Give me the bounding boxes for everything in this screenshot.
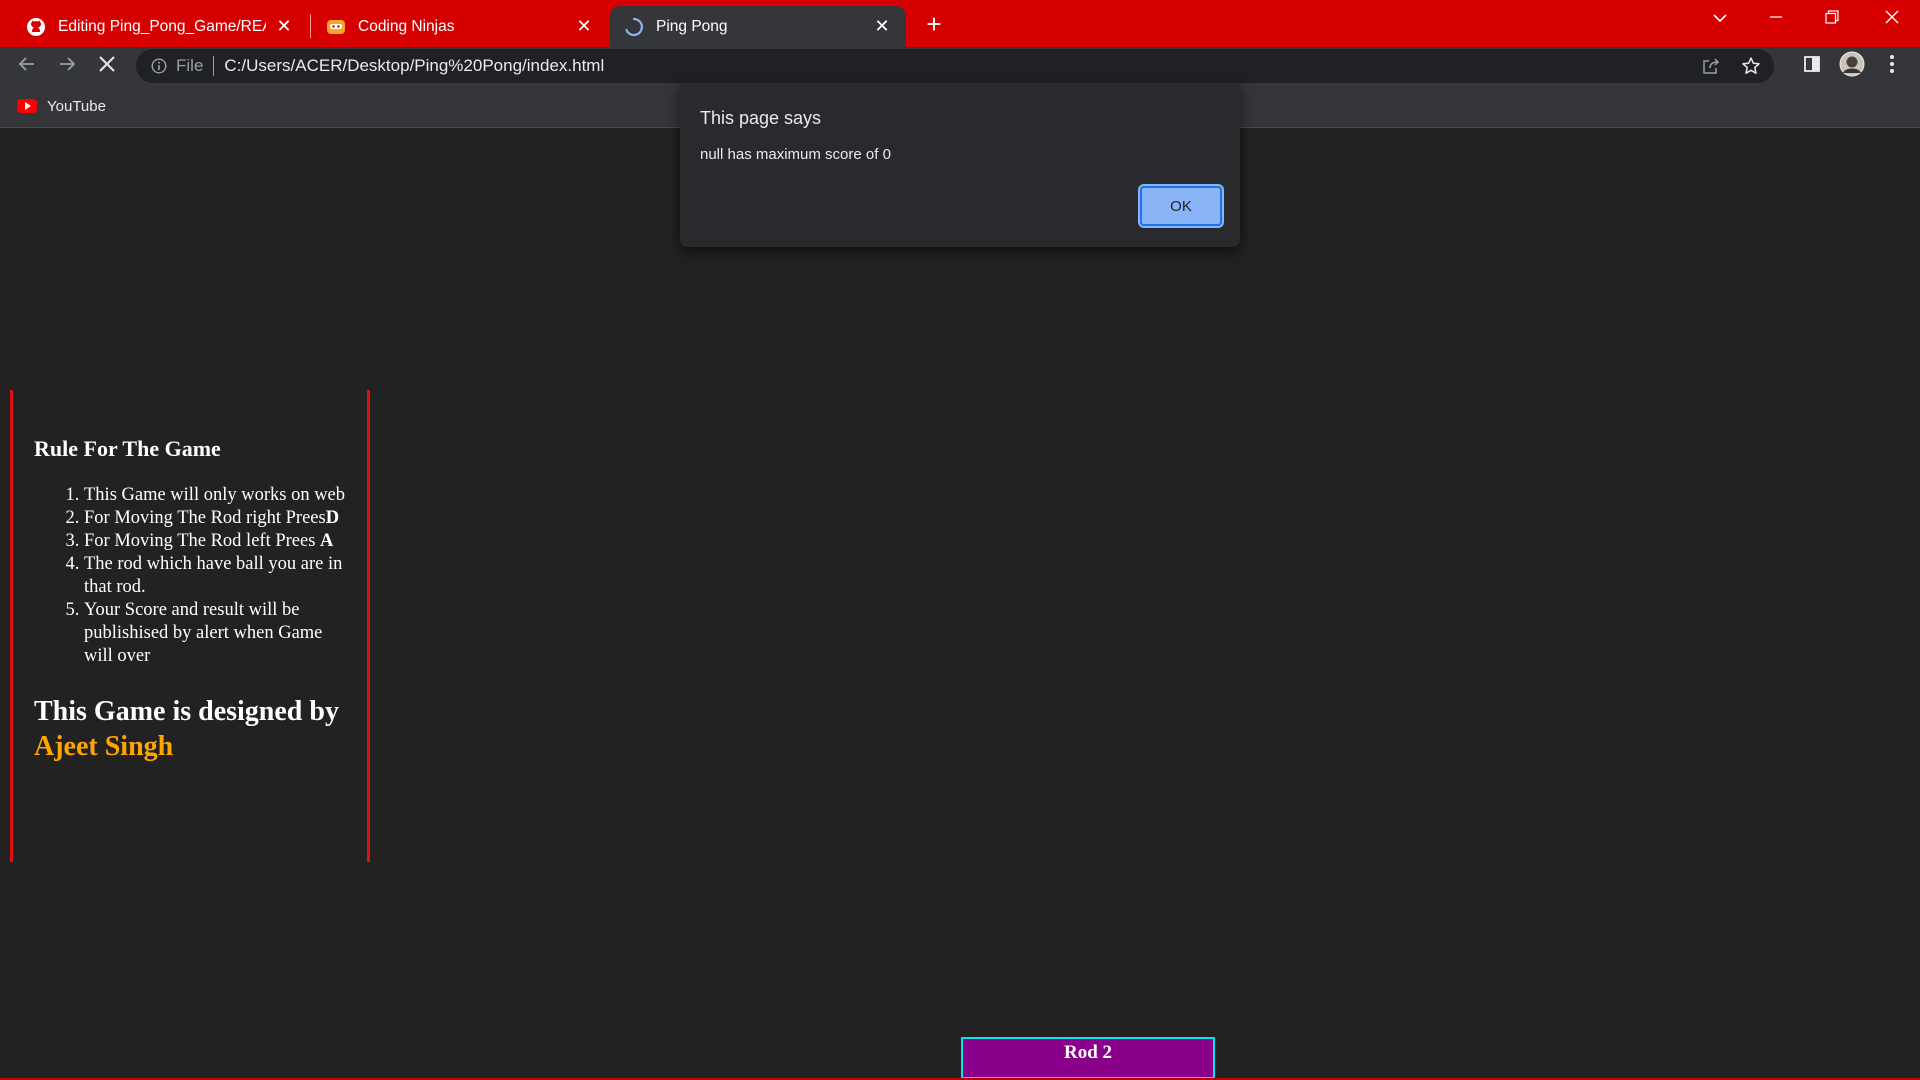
new-tab-button[interactable]: +: [918, 8, 950, 40]
minimize-button[interactable]: [1748, 0, 1804, 38]
rule-item: For Moving The Rod left Prees A: [84, 530, 347, 553]
address-bar[interactable]: File C:/Users/ACER/Desktop/Ping%20Pong/i…: [136, 49, 1774, 83]
tab-separator: [310, 14, 311, 38]
bookmark-label: YouTube: [47, 97, 106, 115]
star-icon[interactable]: [1734, 49, 1768, 83]
rule-key-left: A: [320, 531, 334, 551]
tab-github-readme[interactable]: Editing Ping_Pong_Game/README ✕: [12, 6, 308, 47]
side-panel-icon: [1803, 55, 1821, 78]
designer-name: Ajeet Singh: [34, 731, 174, 762]
browser-toolbar: File C:/Users/ACER/Desktop/Ping%20Pong/i…: [0, 47, 1920, 84]
arrow-right-icon: [58, 55, 76, 78]
menu-button[interactable]: [1876, 50, 1908, 82]
tab-title: Ping Pong: [656, 17, 728, 35]
rules-panel: Rule For The Game This Game will only wo…: [10, 390, 370, 862]
close-icon: [1885, 10, 1899, 29]
tab-search-button[interactable]: [1692, 0, 1748, 38]
close-icon[interactable]: ✕: [574, 16, 594, 37]
side-panel-button[interactable]: [1796, 50, 1828, 82]
alert-message: null has maximum score of 0: [700, 146, 891, 163]
rule-key-right: D: [325, 508, 340, 528]
url-text[interactable]: C:/Users/ACER/Desktop/Ping%20Pong/index.…: [224, 56, 604, 76]
more-vertical-icon: [1889, 54, 1895, 79]
github-icon: [26, 17, 46, 37]
close-icon: [98, 55, 116, 78]
chevron-down-icon: [1712, 10, 1728, 28]
forward-button[interactable]: [51, 50, 83, 82]
rule-item: The rod which have ball you are in that …: [84, 553, 347, 599]
info-icon[interactable]: [150, 57, 168, 75]
tab-title: Coding Ninjas: [358, 17, 455, 35]
close-icon[interactable]: ✕: [872, 16, 892, 37]
stop-loading-button[interactable]: [91, 50, 123, 82]
share-icon[interactable]: [1694, 49, 1728, 83]
ok-button[interactable]: OK: [1138, 184, 1224, 228]
rule-item: Your Score and result will be publishise…: [84, 599, 347, 668]
scheme-label: File: [176, 56, 204, 75]
tab-coding-ninjas[interactable]: Coding Ninjas ✕: [312, 6, 608, 47]
avatar: [1839, 51, 1865, 82]
arrow-left-icon: [18, 55, 36, 78]
tab-title: Editing Ping_Pong_Game/README: [58, 17, 266, 35]
youtube-icon: [17, 99, 37, 113]
rules-list: This Game will only works on web For Mov…: [34, 484, 347, 668]
bookmark-youtube[interactable]: YouTube: [17, 94, 106, 118]
minimize-icon: [1769, 10, 1783, 29]
alert-dialog: This page says null has maximum score of…: [680, 84, 1240, 247]
divider: [213, 56, 215, 76]
rule-item: This Game will only works on web: [84, 484, 347, 507]
rod-2: Rod 2: [961, 1037, 1215, 1079]
designer-credit: This Game is designed by Ajeet Singh: [34, 696, 339, 762]
close-icon[interactable]: ✕: [274, 16, 294, 37]
restore-icon: [1825, 9, 1839, 29]
alert-title: This page says: [700, 108, 822, 128]
rules-title: Rule For The Game: [34, 436, 221, 461]
tab-ping-pong[interactable]: Ping Pong ✕: [610, 6, 906, 47]
close-window-button[interactable]: [1864, 0, 1920, 38]
back-button[interactable]: [11, 50, 43, 82]
coding-ninjas-icon: [326, 17, 346, 37]
loading-spinner-icon: [624, 17, 644, 37]
restore-button[interactable]: [1804, 0, 1860, 38]
tab-strip: Editing Ping_Pong_Game/README ✕ Coding N…: [0, 0, 1920, 47]
profile-button[interactable]: [1836, 50, 1868, 82]
rule-item: For Moving The Rod right PreesD: [84, 507, 347, 530]
